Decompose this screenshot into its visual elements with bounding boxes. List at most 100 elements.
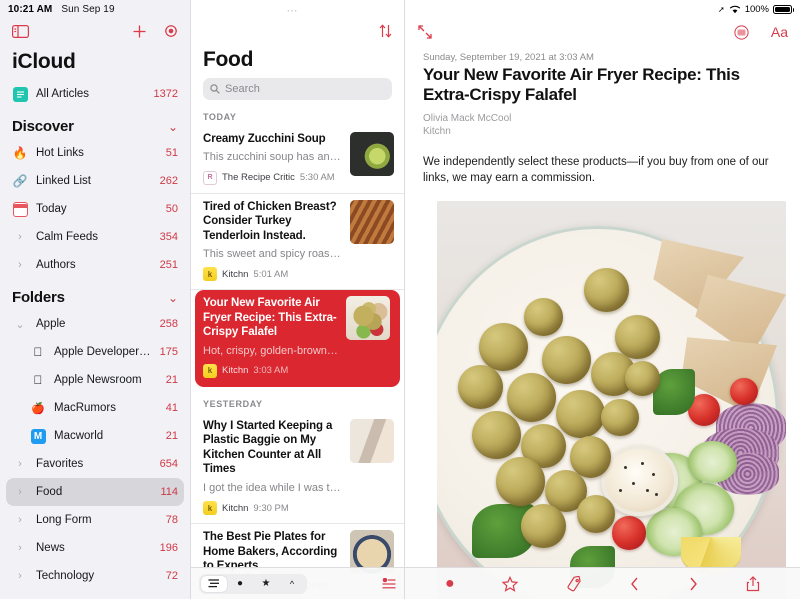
list-item-title: Creamy Zucchini Soup — [203, 133, 326, 145]
sidebar-item-apple[interactable]: ⌄ Apple 258 — [0, 310, 190, 338]
article-paragraph: We independently select these products—i… — [423, 155, 769, 185]
all-articles-label: All Articles — [36, 88, 90, 100]
sidebar-item-macworld[interactable]: M Macworld 21 — [0, 422, 190, 450]
status-bar-right: ➚ 100% — [405, 0, 800, 18]
sidebar-item-long-form[interactable]: › Long Form 78 — [0, 506, 190, 534]
reader-view-icon[interactable] — [734, 24, 749, 40]
chevron-right-icon[interactable]: › — [12, 458, 28, 470]
list-item-title: Why I Started Keeping a Plastic Baggie o… — [203, 419, 333, 476]
sidebar-item-apple-developer-news[interactable]:  Apple Developer Ne... 175 — [0, 338, 190, 366]
list-item-text: Your New Favorite Air Fryer Recipe: This… — [203, 296, 338, 378]
search-input[interactable]: Search — [203, 78, 392, 100]
detail-body: Sunday, September 19, 2021 at 3:03 AM Yo… — [405, 46, 800, 187]
sidebar-item-count: 196 — [159, 542, 178, 554]
folders-title: Folders — [12, 289, 65, 306]
calendar-icon — [12, 201, 28, 217]
discover-chevron-down-icon[interactable]: ⌄ — [168, 120, 178, 134]
list-item-meta: k Kitchn 3:03 AM — [203, 363, 338, 378]
star-icon[interactable]: ★ — [253, 576, 279, 592]
sidebar-item-all-articles[interactable]: All Articles 1372 — [0, 80, 190, 108]
apple-icon:  — [30, 372, 46, 388]
list-item-time: 9:30 PM — [253, 502, 289, 514]
list-item-source: Kitchn — [222, 502, 249, 514]
article-title: Your New Favorite Air Fryer Recipe: This… — [423, 65, 740, 105]
folders-chevron-down-icon[interactable]: ⌄ — [168, 291, 178, 305]
sidebar-item-news[interactable]: › News 196 — [0, 534, 190, 562]
mark-unread-icon[interactable]: ● — [445, 575, 455, 593]
sidebar-item-authors[interactable]: › Authors 251 — [0, 251, 190, 279]
article-date: Sunday, September 19, 2021 at 3:03 AM — [423, 52, 594, 63]
article-feed: Kitchn — [423, 126, 451, 138]
macworld-icon: M — [30, 428, 46, 444]
settings-gear-icon[interactable] — [164, 24, 178, 38]
sidebar-toolbar — [0, 18, 190, 44]
sidebar-item-apple-newsroom[interactable]:  Apple Newsroom 21 — [0, 366, 190, 394]
chevron-down-icon[interactable]: ⌄ — [12, 318, 28, 331]
filled-circle-icon[interactable]: ● — [227, 576, 253, 592]
share-icon[interactable] — [746, 575, 760, 592]
discover-header[interactable]: Discover ⌄ — [0, 108, 190, 139]
sidebar-item-linked-list[interactable]: 🔗 Linked List 262 — [0, 167, 190, 195]
tag-icon[interactable] — [566, 575, 582, 592]
chevron-left-icon[interactable] — [630, 576, 640, 592]
sidebar-item-label: Authors — [36, 259, 76, 271]
discover-title: Discover — [12, 118, 74, 135]
sidebar-item-label: Apple — [36, 318, 66, 330]
chevron-right-icon[interactable] — [688, 576, 698, 592]
pane-grabber[interactable]: ⋯ — [191, 0, 404, 18]
star-icon[interactable] — [502, 575, 519, 592]
status-date: Sun Sep 19 — [61, 3, 115, 15]
sidebar-toggle-icon[interactable] — [12, 24, 29, 38]
list-item-selected[interactable]: Your New Favorite Air Fryer Recipe: This… — [195, 290, 400, 387]
list-item-source: The Recipe Critic — [222, 172, 295, 184]
list-item-meta: k Kitchn 9:30 PM — [203, 501, 342, 516]
sidebar-item-label: Food — [36, 486, 63, 498]
chevron-up-icon[interactable]: ^ — [279, 576, 305, 592]
link-icon: 🔗 — [12, 174, 28, 188]
search-placeholder: Search — [225, 83, 260, 95]
chevron-right-icon[interactable]: › — [12, 259, 28, 271]
list-item[interactable]: Creamy Zucchini Soup This zucchini soup … — [191, 126, 404, 194]
chevron-right-icon[interactable]: › — [12, 542, 28, 554]
chevron-right-icon[interactable]: › — [12, 486, 28, 498]
grabber-dots-icon[interactable]: ⋯ — [287, 5, 309, 16]
sort-arrows-icon[interactable] — [379, 24, 392, 38]
list-item-text: Why I Started Keeping a Plastic Baggie o… — [203, 419, 342, 516]
text-size-button[interactable]: Aa — [771, 24, 788, 40]
list-item-text: Tired of Chicken Breast? Consider Turkey… — [203, 200, 342, 282]
sidebar-item-technology[interactable]: › Technology 72 — [0, 562, 190, 590]
article-author: Olivia Mack McCool — [423, 112, 512, 124]
list-item-title: Tired of Chicken Breast? Consider Turkey… — [203, 200, 337, 242]
sidebar-item-count: 175 — [159, 346, 178, 358]
chevron-right-icon[interactable]: › — [12, 570, 28, 582]
sidebar-item-favorites[interactable]: › Favorites 654 — [0, 450, 190, 478]
list-item-source: Kitchn — [222, 365, 249, 377]
list-item[interactable]: Why I Started Keeping a Plastic Baggie o… — [191, 413, 404, 525]
add-feed-icon[interactable] — [132, 24, 147, 39]
chevron-right-icon[interactable]: › — [12, 514, 28, 526]
list-item-thumbnail — [350, 199, 394, 244]
wifi-icon — [729, 5, 740, 13]
chevron-right-icon[interactable]: › — [12, 231, 28, 243]
list-bottom-toolbar: ● ★ ^ — [191, 567, 404, 599]
mark-all-read-icon[interactable] — [382, 577, 396, 590]
sidebar-item-food[interactable]: › Food 114 — [6, 478, 184, 506]
macrumors-icon: 🍎 — [31, 402, 45, 415]
list-item-meta: k Kitchn 5:01 AM — [203, 267, 342, 282]
status-time: 10:21 AM — [8, 3, 53, 15]
folders-header[interactable]: Folders ⌄ — [0, 279, 190, 310]
sidebar-item-count: 72 — [165, 570, 178, 582]
sidebar-item-today[interactable]: Today 50 — [0, 195, 190, 223]
list-item[interactable]: Tired of Chicken Breast? Consider Turkey… — [191, 194, 404, 291]
sidebar-item-label: Apple Developer Ne... — [54, 346, 154, 358]
expand-diagonal-icon[interactable] — [417, 24, 433, 40]
sidebar-item-count: 50 — [165, 203, 178, 215]
sidebar-item-macrumors[interactable]: 🍎 MacRumors 41 — [0, 394, 190, 422]
account-title: iCloud — [12, 50, 76, 73]
filter-segmented-control[interactable]: ● ★ ^ — [199, 573, 307, 594]
sidebar-item-hot-links[interactable]: 🔥 Hot Links 51 — [0, 139, 190, 167]
sidebar-item-count: 354 — [159, 231, 178, 243]
list-item-time: 3:03 AM — [253, 365, 289, 377]
sidebar-item-calm-feeds[interactable]: › Calm Feeds 354 — [0, 223, 190, 251]
lines-icon[interactable] — [201, 575, 227, 592]
